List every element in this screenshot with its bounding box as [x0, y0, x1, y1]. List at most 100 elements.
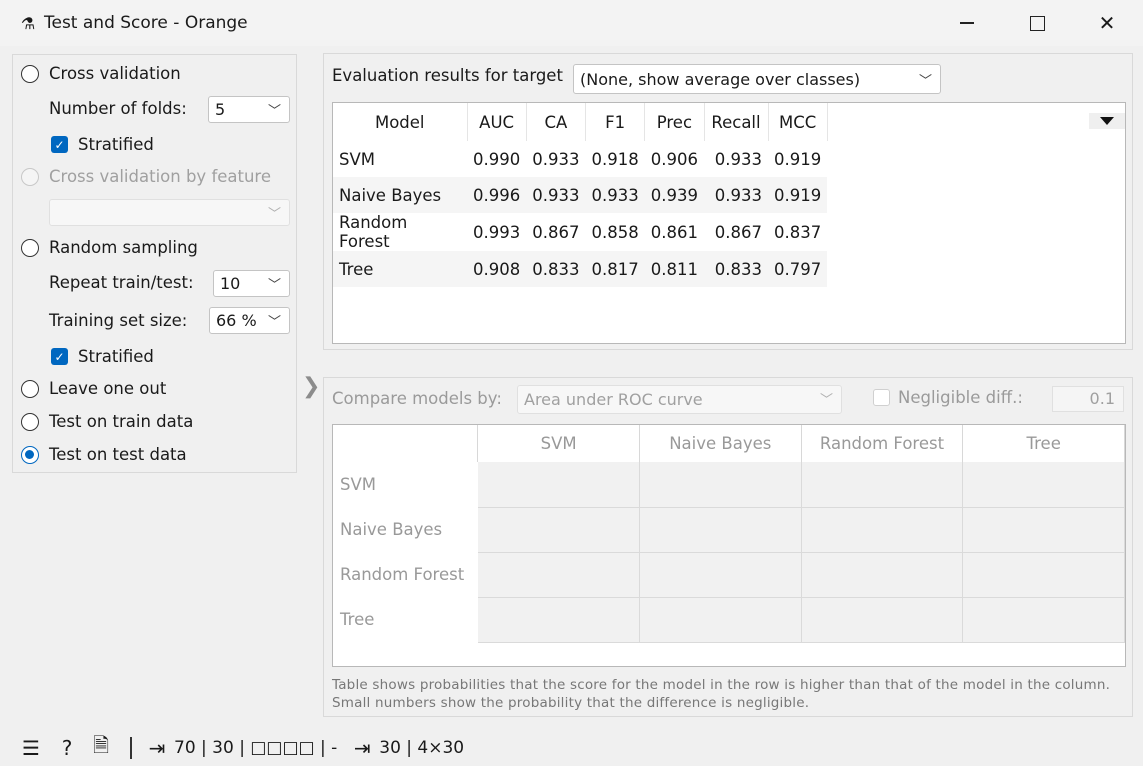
leave-one-out-radio[interactable] [21, 379, 39, 398]
cross-validation-radio[interactable] [21, 64, 39, 83]
test-on-train-option[interactable]: Test on train data [21, 412, 193, 431]
score-cell: 0.918 [591, 149, 639, 169]
hamburger-menu-icon[interactable]: ☰ [20, 736, 42, 760]
random-sampling-radio[interactable] [21, 238, 39, 257]
column-header-model: Naive Bayes [639, 425, 802, 462]
maximize-icon [1029, 15, 1045, 31]
scores-table: Model AUC CA F1 Prec Recall MCC SVM 0.99… [333, 103, 828, 287]
comparison-note-line: Small numbers show the probability that … [332, 695, 810, 711]
cross-validation-option[interactable]: Cross validation [21, 64, 181, 83]
compare-models-panel: Compare models by: Area under ROC curve … [323, 377, 1133, 717]
column-header-auc[interactable]: AUC [467, 103, 527, 141]
negligible-diff-option[interactable]: Negligible diff.: [873, 388, 1023, 407]
test-on-test-option[interactable]: Test on test data [21, 445, 187, 464]
evaluation-results-table[interactable]: Model AUC CA F1 Prec Recall MCC SVM 0.99… [332, 102, 1126, 344]
status-bar: ☰ ? 🗎 ⇥ 70 | 30 | □□□□ | - ⇥ 30 | 4×30 [0, 730, 1143, 766]
help-icon[interactable]: ? [56, 736, 78, 760]
comparison-header-row: SVM Naive Bayes Random Forest Tree [333, 425, 1125, 462]
random-sampling-option[interactable]: Random sampling [21, 238, 198, 257]
repeat-combo[interactable]: 10 ﹀ [213, 270, 290, 297]
folds-row: Number of folds: [49, 99, 187, 118]
output-summary[interactable]: 30 | 4×30 [379, 738, 464, 758]
score-cell: 0.858 [591, 222, 639, 242]
comparison-cell [639, 462, 802, 508]
leave-one-out-label: Leave one out [49, 379, 167, 398]
comparison-cell [801, 507, 964, 553]
comparison-note-line: Table shows probabilities that the score… [332, 677, 1111, 693]
test-on-test-label: Test on test data [49, 445, 187, 464]
table-row[interactable]: Tree 0.908 0.833 0.817 0.811 0.833 0.797 [333, 251, 828, 287]
collapse-panel-chevron-icon[interactable]: ❯ [302, 374, 320, 399]
comparison-grid: SVM Naive Bayes Random Forest Tree SVM N… [333, 425, 1125, 643]
report-document-icon[interactable]: 🗎 [90, 731, 112, 765]
score-cell: 0.817 [585, 251, 645, 287]
folds-combo[interactable]: 5 ﹀ [208, 96, 290, 123]
score-cell: 0.996 [467, 177, 527, 213]
score-cell: 0.833 [526, 251, 586, 287]
negligible-diff-checkbox[interactable] [873, 389, 890, 406]
score-cell: 0.797 [768, 251, 828, 287]
table-row[interactable]: Naive Bayes 0.996 0.933 0.933 0.939 0.93… [333, 177, 828, 213]
minimize-button[interactable] [932, 0, 1002, 46]
cv-by-feature-radio[interactable] [21, 167, 39, 186]
score-cell: 0.933 [526, 177, 586, 213]
score-cell: 0.933 [585, 177, 645, 213]
input-signal-icon: ⇥ [148, 736, 166, 760]
comparison-note: Table shows probabilities that the score… [332, 676, 1110, 712]
column-menu-triangle-icon[interactable] [1089, 113, 1125, 129]
column-header-ca[interactable]: CA [526, 103, 587, 141]
compare-by-label: Compare models by: [332, 389, 502, 408]
test-on-train-radio[interactable] [21, 412, 39, 431]
comparison-cell [639, 552, 802, 598]
cv-by-feature-option[interactable]: Cross validation by feature [21, 167, 271, 186]
compare-metric-value: Area under ROC curve [524, 390, 703, 409]
column-header-recall[interactable]: Recall [704, 103, 769, 141]
test-on-train-label: Test on train data [49, 412, 194, 431]
table-row: SVM [333, 462, 1125, 508]
table-row[interactable]: Random Forest 0.993 0.867 0.858 0.861 0.… [333, 213, 827, 251]
chevron-down-icon: ﹀ [267, 104, 281, 119]
comparison-cell [639, 507, 802, 553]
comparison-cell [801, 462, 964, 508]
negligible-diff-input[interactable]: 0.1 [1052, 386, 1124, 412]
stratified-cv-checkbox[interactable]: ✓ [51, 136, 68, 153]
scores-header-row: Model AUC CA F1 Prec Recall MCC [333, 103, 828, 141]
score-cell: 0.908 [467, 251, 527, 287]
input-summary[interactable]: 70 | 30 | □□□□ | - [174, 738, 337, 758]
comparison-cell [639, 597, 802, 643]
row-header-model: Naive Bayes [333, 507, 478, 552]
stratified-rs-checkbox[interactable]: ✓ [51, 348, 68, 365]
folds-value: 5 [215, 100, 226, 119]
score-cell: 0.933 [532, 149, 580, 169]
repeat-value: 10 [220, 274, 241, 293]
table-row: Tree [333, 597, 1125, 643]
score-cell: 0.990 [473, 149, 521, 169]
folds-label: Number of folds: [49, 99, 187, 118]
maximize-button[interactable] [1002, 0, 1072, 46]
comparison-table[interactable]: SVM Naive Bayes Random Forest Tree SVM N… [332, 424, 1126, 667]
title-bar: ⚗ Test and Score - Orange ✕ [0, 0, 1143, 46]
repeat-row: Repeat train/test: [49, 273, 194, 292]
column-header-mcc[interactable]: MCC [768, 103, 828, 141]
score-cell: 0.939 [644, 177, 704, 213]
stratified-cv-option[interactable]: ✓ Stratified [51, 135, 154, 154]
train-size-combo[interactable]: 66 % ﹀ [209, 307, 290, 334]
column-header-prec[interactable]: Prec [644, 103, 705, 141]
close-button[interactable]: ✕ [1072, 0, 1142, 46]
train-size-row: Training set size: [49, 311, 187, 330]
comparison-cell [962, 507, 1125, 553]
compare-metric-combo[interactable]: Area under ROC curve ﹀ [517, 385, 842, 414]
stratified-rs-option[interactable]: ✓ Stratified [51, 347, 154, 366]
score-cell: 0.933 [704, 177, 768, 213]
target-class-combo[interactable]: (None, show average over classes) ﹀ [573, 64, 941, 94]
column-header-model[interactable]: Model [333, 103, 468, 141]
repeat-label: Repeat train/test: [49, 273, 194, 292]
feature-combo[interactable]: ﹀ [49, 199, 290, 226]
comparison-cell [801, 597, 964, 643]
test-on-test-radio[interactable] [21, 445, 39, 464]
column-header-f1[interactable]: F1 [585, 103, 646, 141]
table-row[interactable]: SVM 0.990 0.933 0.918 0.906 0.933 0.919 [333, 141, 827, 177]
orange-flask-icon: ⚗ [20, 13, 36, 33]
leave-one-out-option[interactable]: Leave one out [21, 379, 166, 398]
status-separator [130, 737, 132, 759]
